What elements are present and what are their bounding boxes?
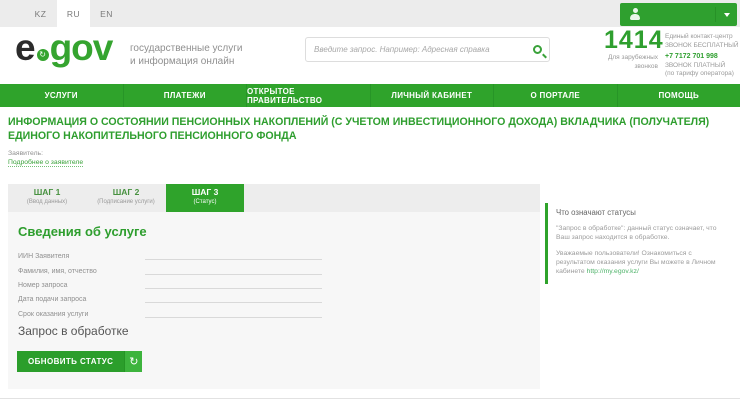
step-3-tab-active[interactable]: ШАГ 3 (Статус) [166, 184, 244, 212]
main-nav: УСЛУГИ ПЛАТЕЖИ ОТКРЫТОЕ ПРАВИТЕЛЬСТВО ЛИ… [0, 84, 740, 107]
nav-item-help[interactable]: ПОМОЩЬ [617, 84, 740, 107]
intl-label-line2: звонков [600, 63, 658, 72]
egov-portal-page: KZ RU EN e ↻ gov государственные услуги … [0, 0, 740, 404]
tagline-line2: и информация онлайн [130, 55, 243, 68]
field-row-fullname: Фамилия, имя, отчество [18, 264, 530, 275]
field-row-service-term: Срок оказания услуги [18, 307, 530, 318]
contact-label-line1: Единый контакт-центр [665, 33, 739, 42]
tagline-line1: государственные услуги [130, 42, 243, 55]
page-title: ИНФОРМАЦИЯ О СОСТОЯНИИ ПЕНСИОННЫХ НАКОПЛ… [8, 116, 735, 143]
intl-note-line1: ЗВОНОК ПЛАТНЫЙ [665, 62, 734, 71]
status-help-title: Что означают статусы [556, 208, 727, 217]
wizard-steps: ШАГ 1 (Ввод данных) ШАГ 2 (Подписание ус… [8, 184, 540, 212]
refresh-status-button[interactable]: ОБНОВИТЬ СТАТУС ↻ [17, 351, 142, 372]
field-row-iin: ИИН Заявителя [18, 249, 530, 260]
field-row-request-number: Номер запроса [18, 278, 530, 289]
nav-item-about-portal[interactable]: О ПОРТАЛЕ [493, 84, 617, 107]
status-help-paragraph-1: "Запрос в обработке": данный статус озна… [556, 224, 727, 242]
search-button[interactable] [525, 38, 549, 61]
personal-cabinet-link[interactable]: http://my.egov.kz/ [587, 268, 639, 275]
intl-call-info: +7 7172 701 998 ЗВОНОК ПЛАТНЫЙ (по тариф… [665, 53, 734, 79]
step-3-title: ШАГ 3 [166, 187, 244, 198]
request-status-text: Запрос в обработке [18, 324, 129, 338]
login-button-divider [715, 7, 716, 22]
field-value-fullname [145, 267, 322, 275]
service-info-panel: Сведения об услуге ИИН Заявителя Фамилия… [8, 212, 540, 389]
nav-item-services[interactable]: УСЛУГИ [0, 84, 123, 107]
step-3-subtitle: (Статус) [166, 198, 244, 206]
applicant-details-link[interactable]: Подробнее о заявителе [8, 159, 83, 167]
step-1-title: ШАГ 1 [8, 187, 86, 198]
nav-item-payments[interactable]: ПЛАТЕЖИ [123, 84, 247, 107]
step-2-subtitle: (Подписание услуги) [87, 198, 165, 206]
field-value-iin [145, 252, 322, 260]
contact-center-label: Единый контакт-центр ЗВОНОК БЕСПЛАТНЫЙ [665, 33, 739, 50]
user-icon [630, 8, 640, 21]
section-title: Сведения об услуге [18, 224, 147, 239]
field-value-request-number [145, 281, 322, 289]
refresh-status-button-label: ОБНОВИТЬ СТАТУС [17, 351, 124, 372]
logo-word-gov: gov [50, 33, 113, 63]
login-button[interactable] [620, 3, 737, 26]
step-1-subtitle: (Ввод данных) [8, 198, 86, 206]
logo-refresh-icon: ↻ [37, 49, 49, 61]
site-header: e ↻ gov государственные услуги и информа… [0, 27, 740, 84]
status-help-paragraph-2: Уважаемые пользователи! Ознакомиться с р… [556, 249, 727, 276]
search-box [305, 37, 550, 62]
lang-en[interactable]: EN [90, 0, 123, 27]
search-icon [533, 45, 542, 54]
lang-ru[interactable]: RU [57, 0, 90, 27]
intl-label-line1: Для зарубежных [600, 54, 658, 63]
field-label-iin: ИИН Заявителя [18, 253, 69, 260]
intl-phone-number: +7 7172 701 998 [665, 53, 734, 62]
applicant-label: Заявитель: [8, 150, 43, 157]
field-row-request-date: Дата подачи запроса [18, 292, 530, 303]
step-1-tab[interactable]: ШАГ 1 (Ввод данных) [8, 184, 86, 212]
lang-kz[interactable]: KZ [24, 0, 57, 27]
footer-divider [0, 398, 740, 399]
contact-label-line2: ЗВОНОК БЕСПЛАТНЫЙ [665, 42, 739, 51]
egov-logo[interactable]: e ↻ gov [15, 33, 112, 63]
refresh-icon: ↻ [124, 351, 142, 372]
nav-item-personal-cabinet[interactable]: ЛИЧНЫЙ КАБИНЕТ [370, 84, 494, 107]
field-label-request-number: Номер запроса [18, 282, 68, 289]
search-input[interactable] [306, 45, 525, 54]
step-2-tab[interactable]: ШАГ 2 (Подписание услуги) [87, 184, 165, 212]
step-2-title: ШАГ 2 [87, 187, 165, 198]
field-value-service-term [145, 310, 322, 318]
chevron-down-icon [724, 13, 730, 17]
intl-calls-label: Для зарубежных звонков [600, 54, 658, 71]
field-label-fullname: Фамилия, имя, отчество [18, 268, 97, 275]
status-help-box: Что означают статусы "Запрос в обработке… [545, 203, 735, 284]
site-tagline: государственные услуги и информация онла… [130, 42, 243, 68]
field-label-service-term: Срок оказания услуги [18, 311, 88, 318]
contact-center-number: 1414 [604, 28, 664, 53]
logo-letter-e: e [15, 33, 35, 63]
field-label-request-date: Дата подачи запроса [18, 296, 86, 303]
field-value-request-date [145, 295, 322, 303]
intl-note-line2: (по тарифу оператора) [665, 70, 734, 79]
nav-item-open-government[interactable]: ОТКРЫТОЕ ПРАВИТЕЛЬСТВО [246, 84, 370, 107]
